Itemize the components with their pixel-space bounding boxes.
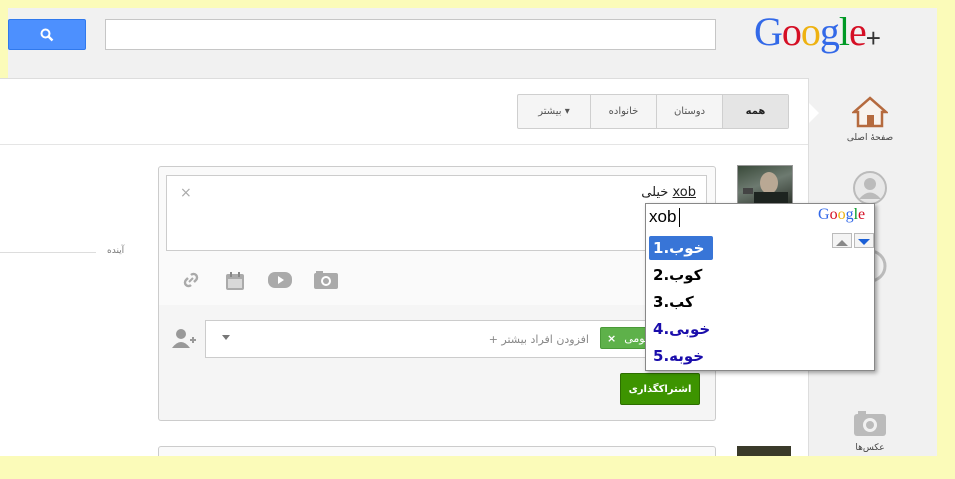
ime-brand-letter: g xyxy=(845,206,854,223)
ime-brand-letter: o xyxy=(829,206,838,223)
google-ime-logo: Google xyxy=(818,206,865,224)
logo-letter: o xyxy=(800,9,821,54)
ime-composition: xob xyxy=(649,207,677,226)
video-icon[interactable] xyxy=(268,271,292,289)
logo-letter: e xyxy=(849,9,867,54)
nav-label-photos: عکس‌ها xyxy=(855,443,885,453)
circle-filter-tabs: بیشتر ▾ خانواده دوستان همه xyxy=(517,94,789,129)
nav-item-home[interactable]: صفحهٔ اصلی xyxy=(840,96,900,143)
frame-edge xyxy=(937,8,947,456)
upcoming-label: آینده xyxy=(107,246,125,256)
add-people-hint: + افزودن افراد بیشتر xyxy=(488,333,589,346)
add-person-icon[interactable] xyxy=(172,328,198,350)
text-cursor xyxy=(679,208,680,227)
chevron-up-icon xyxy=(836,240,848,246)
upcoming-divider xyxy=(0,252,96,253)
logo-letter: o xyxy=(781,9,802,54)
share-textarea[interactable]: خیلی xob xyxy=(166,175,707,251)
close-icon[interactable]: × xyxy=(180,185,192,201)
tab-1[interactable]: دوستان xyxy=(656,95,722,128)
profile-icon xyxy=(853,171,887,205)
logo-letter: g xyxy=(819,9,840,54)
transliteration-popup: xob Google خوب.1 کوب.2 کب.3 خوبی.4 خوبه.5 xyxy=(645,203,875,371)
home-icon xyxy=(850,96,890,128)
event-icon[interactable] xyxy=(225,271,245,291)
search-button[interactable] xyxy=(8,19,86,50)
ime-brand-letter: G xyxy=(818,206,830,223)
avatar-photo xyxy=(743,172,788,206)
ime-candidate[interactable]: خوب.1 xyxy=(649,236,713,260)
public-audience-chip[interactable]: × عمومی xyxy=(600,327,658,349)
chip-close-icon[interactable]: × xyxy=(607,332,616,345)
share-typed-text: خیلی xob xyxy=(641,185,696,200)
ime-candidate[interactable]: خوبی.4 xyxy=(649,317,714,341)
photos-icon xyxy=(854,411,886,436)
user-avatar[interactable] xyxy=(737,165,793,207)
nav-label-home: صفحهٔ اصلی xyxy=(846,133,894,143)
ime-brand-letter: e xyxy=(858,206,866,223)
nav-item-photos[interactable]: عکس‌ها xyxy=(840,410,900,453)
search-icon xyxy=(40,28,54,41)
tab-3[interactable]: بیشتر ▾ xyxy=(518,95,590,128)
share-button[interactable]: اشتراکگذاری xyxy=(620,373,700,405)
search-input[interactable] xyxy=(105,19,716,50)
typed-prefix: خیلی xyxy=(641,185,673,200)
logo-plus: + xyxy=(865,23,881,53)
link-icon[interactable] xyxy=(182,271,200,289)
photo-icon[interactable] xyxy=(314,271,338,289)
ime-candidate[interactable]: کوب.2 xyxy=(649,263,706,287)
previous-page-button[interactable] xyxy=(832,233,852,248)
active-nav-pointer xyxy=(809,103,819,123)
chevron-down-icon[interactable] xyxy=(222,335,230,340)
typed-composition: xob xyxy=(672,185,697,200)
next-page-button[interactable] xyxy=(854,233,874,248)
ime-candidate[interactable]: کب.3 xyxy=(649,290,698,314)
tab-2[interactable]: خانواده xyxy=(590,95,656,128)
frame-bottom-band xyxy=(0,456,955,479)
ime-brand-letter: o xyxy=(837,206,846,223)
logo-letter: G xyxy=(754,9,783,54)
stream-divider xyxy=(0,144,808,145)
logo-letter: l xyxy=(838,9,850,54)
chevron-down-icon xyxy=(858,239,870,245)
tab-0[interactable]: همه xyxy=(722,95,788,128)
google-plus-logo[interactable]: Google+ xyxy=(754,9,881,54)
ime-candidate[interactable]: خوبه.5 xyxy=(649,344,708,368)
